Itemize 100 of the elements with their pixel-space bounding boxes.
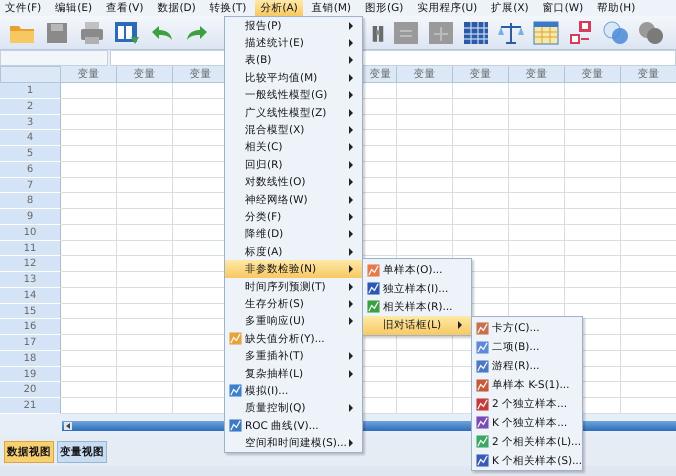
table-cell[interactable]: [397, 350, 453, 366]
table-cell[interactable]: [61, 146, 117, 162]
table-cell[interactable]: [61, 193, 117, 209]
table-cell[interactable]: [453, 83, 509, 99]
menu-item[interactable]: 对数线性(O): [225, 174, 362, 191]
view-tab[interactable]: 变量视图: [57, 441, 107, 463]
table-cell[interactable]: [397, 193, 453, 209]
menu-item[interactable]: 质量控制(Q): [225, 400, 362, 417]
table-cell[interactable]: [453, 146, 509, 162]
menu-item[interactable]: 标度(A): [225, 243, 362, 260]
table-cell[interactable]: [453, 98, 509, 114]
table-cell[interactable]: [509, 162, 565, 178]
menu-bar-item[interactable]: 数据(D): [152, 0, 201, 16]
table-cell[interactable]: [453, 193, 509, 209]
menu-item[interactable]: 降维(D): [225, 226, 362, 244]
table-cell[interactable]: [61, 350, 117, 366]
menu-item[interactable]: 独立样本(I)...: [363, 279, 471, 298]
table-cell[interactable]: [397, 83, 453, 99]
column-header[interactable]: 变量: [117, 66, 173, 83]
menu-item[interactable]: 单样本 K-S(1)...: [472, 376, 582, 395]
menu-item[interactable]: 单样本(O)...: [363, 261, 471, 280]
row-header[interactable]: 5: [0, 146, 61, 162]
table-cell[interactable]: [61, 335, 117, 351]
table-cell[interactable]: [397, 178, 453, 194]
menu-item[interactable]: 2 个相关样本(L)...: [472, 432, 582, 452]
menu-item[interactable]: 一般线性模型(G): [225, 86, 362, 104]
table-cell[interactable]: [61, 114, 117, 130]
table-cell[interactable]: [565, 83, 621, 99]
table-cell[interactable]: [117, 240, 173, 256]
table-icon[interactable]: [532, 18, 560, 46]
row-header[interactable]: 18: [0, 350, 61, 366]
table-cell[interactable]: [509, 224, 565, 240]
menu-item[interactable]: 相关(C): [225, 138, 362, 156]
column-header[interactable]: 变量: [565, 66, 621, 83]
table-cell[interactable]: [509, 288, 565, 304]
menu-bar-item[interactable]: 文件(F): [0, 0, 46, 16]
row-header[interactable]: 13: [0, 272, 61, 288]
table-cell[interactable]: [453, 162, 509, 178]
menu-bar-item[interactable]: 分析(A): [255, 0, 303, 16]
table-cell[interactable]: [397, 209, 453, 225]
table-cell[interactable]: [117, 224, 173, 240]
table-cell[interactable]: [397, 224, 453, 240]
menu-bar-item[interactable]: 帮助(H): [592, 0, 640, 16]
table-cell[interactable]: [117, 83, 173, 99]
table-cell[interactable]: [117, 366, 173, 382]
table-cell[interactable]: [397, 162, 453, 178]
menu-item[interactable]: 分类(F): [225, 208, 362, 226]
table-cell[interactable]: [61, 224, 117, 240]
table-cell[interactable]: [61, 319, 117, 335]
table-cell[interactable]: [117, 162, 173, 178]
table-cell[interactable]: [565, 240, 621, 256]
menu-item[interactable]: 时间序列预测(T): [225, 278, 362, 296]
menu-item[interactable]: 相关样本(R)...: [363, 298, 471, 316]
row-header[interactable]: 9: [0, 209, 61, 225]
table-cell[interactable]: [117, 335, 173, 351]
table-cell[interactable]: [565, 256, 621, 272]
table-cell[interactable]: [509, 178, 565, 194]
table-cell[interactable]: [117, 350, 173, 366]
menu-item[interactable]: 描述统计(E): [225, 34, 362, 52]
table-cell[interactable]: [61, 272, 117, 288]
row-header[interactable]: 21: [0, 398, 61, 414]
menu-bar-item[interactable]: 扩展(X): [486, 0, 534, 16]
menu-item[interactable]: 混合模型(X): [225, 121, 362, 139]
menu-item[interactable]: 旧对话框(L): [363, 316, 471, 335]
row-header[interactable]: 17: [0, 335, 61, 351]
table-cell[interactable]: [397, 240, 453, 256]
row-header[interactable]: 6: [0, 162, 61, 178]
table-cell[interactable]: [61, 288, 117, 304]
table-cell[interactable]: [509, 240, 565, 256]
menu-item[interactable]: 报告(P): [225, 17, 362, 34]
table-cell[interactable]: [565, 193, 621, 209]
table-cell[interactable]: [61, 162, 117, 178]
table-cell[interactable]: [117, 319, 173, 335]
table-cell[interactable]: [397, 130, 453, 146]
table-cell[interactable]: [117, 272, 173, 288]
row-header[interactable]: 4: [0, 130, 61, 146]
menu-bar-item[interactable]: 直销(M): [306, 0, 356, 16]
row-header[interactable]: 3: [0, 114, 61, 130]
table-cell[interactable]: [117, 288, 173, 304]
row-header[interactable]: 7: [0, 178, 61, 194]
table-cell[interactable]: [453, 224, 509, 240]
table-cell[interactable]: [61, 83, 117, 99]
table-cell[interactable]: [61, 256, 117, 272]
menu-item[interactable]: 卡方(C)...: [472, 319, 582, 338]
table-cell[interactable]: [565, 146, 621, 162]
table-cell[interactable]: [61, 304, 117, 320]
table-cell[interactable]: [509, 130, 565, 146]
menu-bar-item[interactable]: 图形(G): [360, 0, 408, 16]
table-cell[interactable]: [117, 256, 173, 272]
table-cell[interactable]: [61, 130, 117, 146]
table-cell[interactable]: [565, 209, 621, 225]
cell-name-field[interactable]: [0, 50, 108, 66]
menu-bar-item[interactable]: 窗口(W): [538, 0, 588, 16]
menu-item[interactable]: 2 个独立样本...: [472, 394, 582, 414]
menu-item[interactable]: 模拟(I)...: [225, 382, 362, 400]
table-cell[interactable]: [117, 114, 173, 130]
table-cell[interactable]: [453, 240, 509, 256]
menu-item[interactable]: 缺失值分析(Y)...: [225, 330, 362, 348]
menu-item[interactable]: 生存分析(S): [225, 295, 362, 313]
table-cell[interactable]: [453, 130, 509, 146]
